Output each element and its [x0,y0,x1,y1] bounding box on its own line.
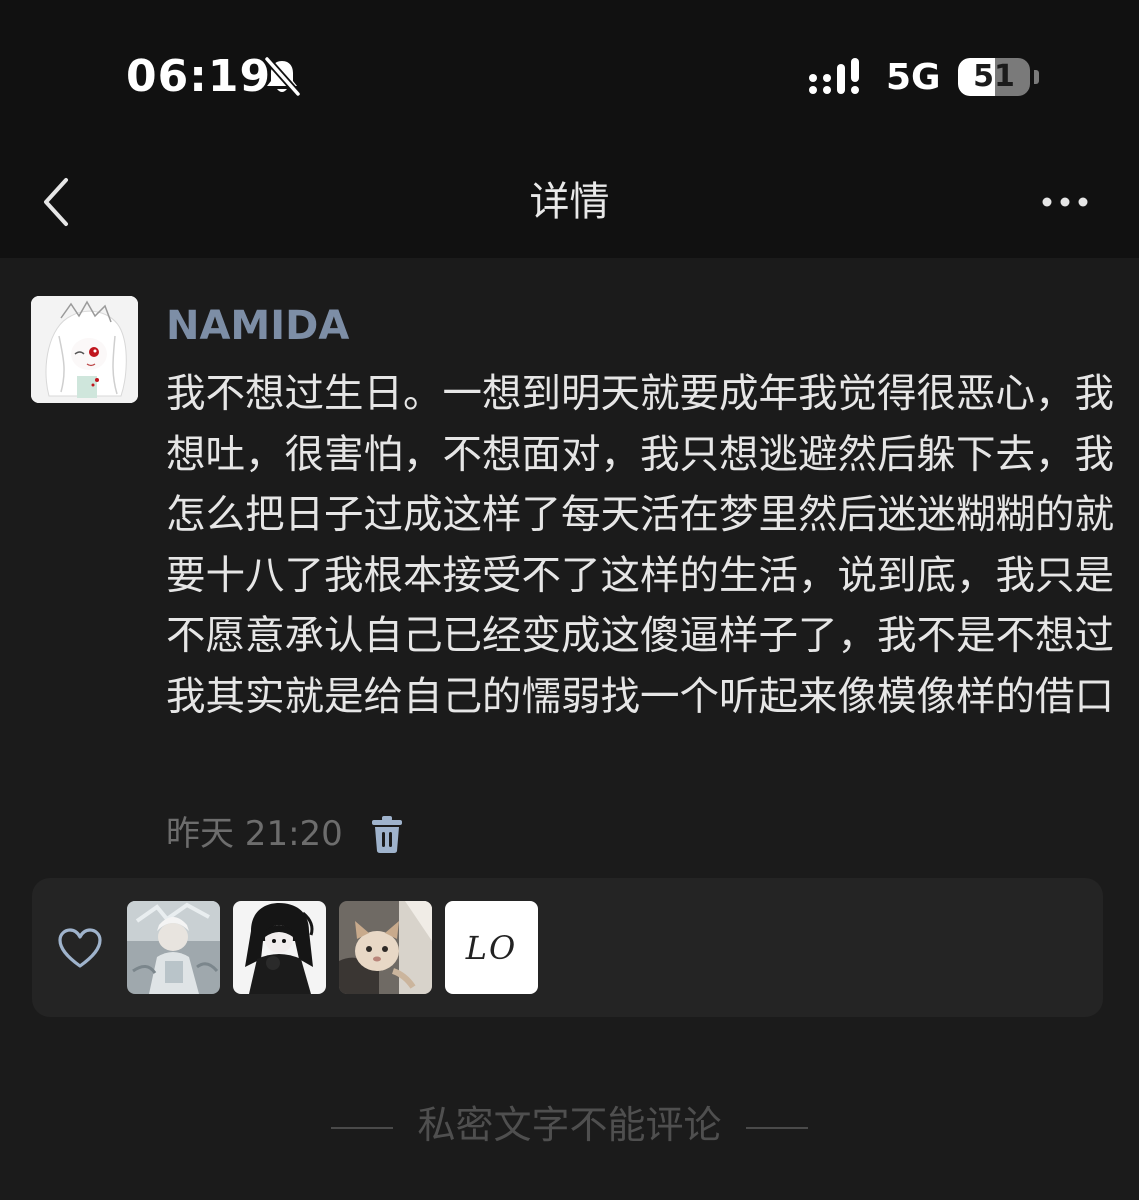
bell-muted-icon [264,56,301,97]
detail-screen: 06:19 5G 51 详情 NAMIDA 我不想过生日。一想到明天就要成年我觉… [0,0,1139,1200]
network-type: 5G [886,57,941,98]
liker-avatar-4[interactable]: LO [445,901,538,994]
status-time: 06:19 [126,51,272,102]
private-note-footer: 私密文字不能评论 [0,1100,1139,1150]
post-body: 我不想过生日。一想到明天就要成年我觉得很恶心，我想吐，很害怕，不想面对，我只想逃… [166,371,1114,720]
chevron-left-icon[interactable] [30,170,86,234]
liker-avatar-image [233,901,326,994]
liker-avatar-2[interactable] [233,901,326,994]
cellular-signal-icon [809,58,859,94]
trash-icon[interactable] [368,812,406,856]
liker-avatar-image [339,901,432,994]
liker-avatar-3[interactable] [339,901,432,994]
liker-avatar-1[interactable] [127,901,220,994]
avatar-illustration [31,296,138,403]
liker-avatar-image [127,901,220,994]
battery-cap [1034,70,1039,84]
post-timestamp: 昨天 21:20 [166,814,343,854]
battery-level: 51 [973,59,1015,94]
user-avatar[interactable] [31,296,138,403]
username[interactable]: NAMIDA [166,300,349,352]
liker-avatar-text: LO [465,928,518,967]
heart-outline-icon[interactable] [56,926,104,970]
footer-note-text: 私密文字不能评论 [417,1103,722,1147]
footer-divider-left [331,1126,394,1129]
header-background [0,0,1139,258]
footer-divider-right [745,1126,808,1129]
battery-indicator: 51 [958,58,1030,96]
more-dots-icon[interactable] [1032,180,1098,224]
